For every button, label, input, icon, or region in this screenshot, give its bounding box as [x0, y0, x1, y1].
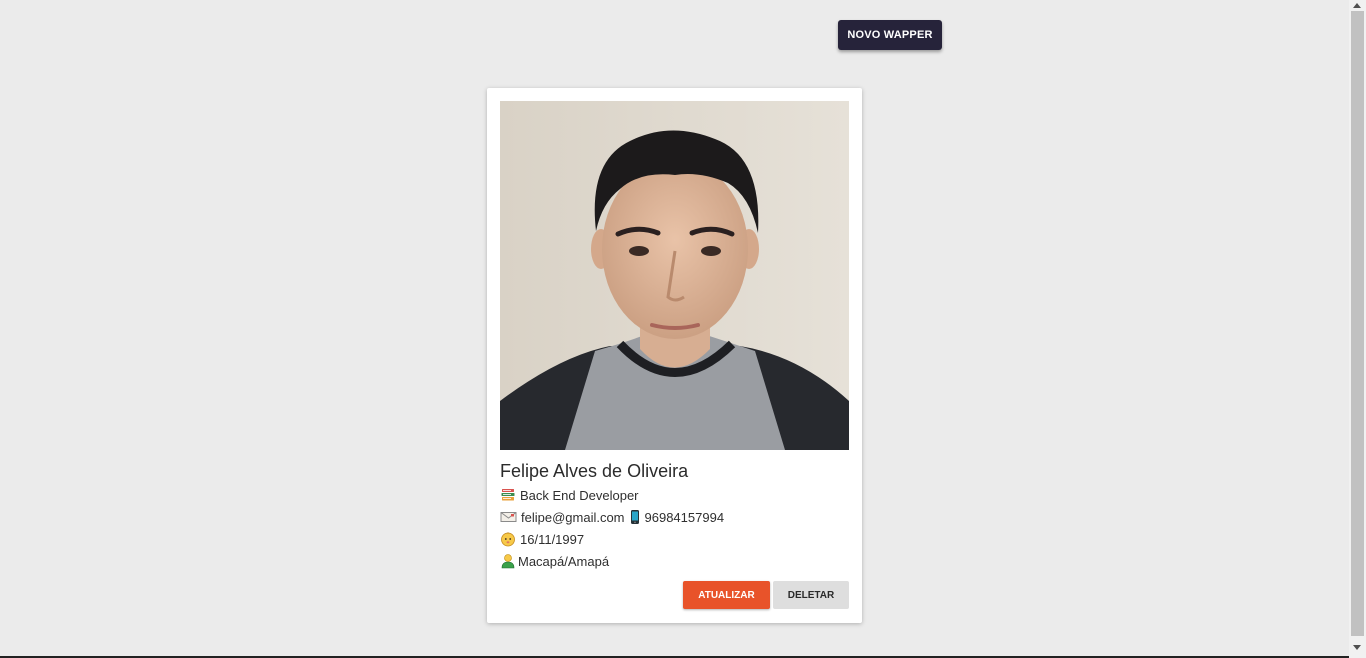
books-icon — [500, 487, 516, 503]
profile-card: Felipe Alves de Oliveira Back End Develo… — [487, 88, 862, 623]
contact-line: felipe@gmail.com 96984157994 — [500, 508, 724, 526]
baby-face-icon — [500, 531, 516, 547]
person-name: Felipe Alves de Oliveira — [500, 461, 689, 481]
email-text: felipe@gmail.com — [521, 509, 625, 525]
scroll-up-arrow-icon[interactable] — [1353, 3, 1361, 8]
role-text: Back End Developer — [520, 487, 639, 503]
profile-photo — [500, 101, 849, 450]
birthdate-text: 16/11/1997 — [520, 531, 585, 547]
scroll-down-arrow-icon[interactable] — [1353, 645, 1361, 650]
update-button[interactable]: ATUALIZAR — [683, 581, 770, 609]
envelope-icon — [500, 509, 517, 525]
location-line: Macapá/Amapá — [500, 552, 609, 570]
map-pin-person-icon — [500, 553, 516, 569]
role-line: Back End Developer — [500, 486, 639, 504]
mobile-phone-icon — [629, 509, 641, 525]
new-wapper-button[interactable]: NOVO WAPPER — [838, 20, 942, 50]
phone-text: 96984157994 — [644, 509, 725, 525]
location-text: Macapá/Amapá — [518, 553, 610, 569]
birthdate-line: 16/11/1997 — [500, 530, 584, 548]
delete-button[interactable]: DELETAR — [773, 581, 849, 609]
page: NOVO WAPPER Felipe Alves de Oliveira Bac… — [0, 0, 1366, 658]
vertical-scrollbar[interactable] — [1349, 0, 1366, 658]
scroll-thumb[interactable] — [1351, 11, 1364, 636]
